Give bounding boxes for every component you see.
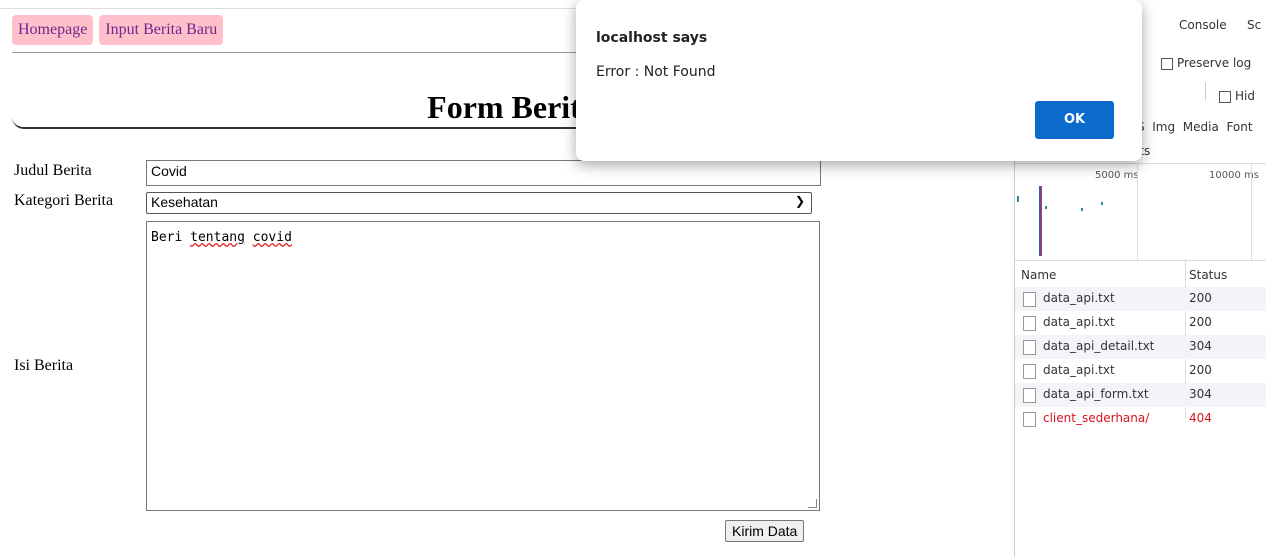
ok-button[interactable]: OK <box>1035 101 1114 139</box>
chevron-down-icon: ❯ <box>794 194 805 208</box>
request-status: 200 <box>1189 291 1212 305</box>
preserve-log-option[interactable]: Preserve log <box>1161 56 1251 70</box>
column-status[interactable]: Status <box>1189 268 1227 282</box>
judul-label: Judul Berita <box>14 162 92 179</box>
file-icon <box>1023 316 1036 331</box>
request-name: data_api_detail.txt <box>1043 339 1155 353</box>
column-name[interactable]: Name <box>1021 268 1056 282</box>
filter-img[interactable]: Img <box>1152 120 1175 134</box>
judul-input[interactable]: Covid <box>146 160 821 186</box>
isi-textarea[interactable]: Beri tentang covid <box>146 221 820 511</box>
table-row[interactable]: data_api.txt 200 <box>1015 311 1266 335</box>
alert-dialog: localhost says Error : Not Found OK <box>576 0 1142 161</box>
request-bar <box>1017 196 1019 202</box>
kategori-selected-value: Kesehatan <box>151 194 218 210</box>
request-bar <box>1101 202 1103 205</box>
requests-table-header: Name Status <box>1015 259 1266 288</box>
file-icon <box>1023 340 1036 355</box>
request-name: data_api.txt <box>1043 315 1115 329</box>
file-icon <box>1023 388 1036 403</box>
request-name: data_api.txt <box>1043 363 1115 377</box>
grid-line <box>1137 164 1138 260</box>
request-bar <box>1045 206 1047 209</box>
request-status: 304 <box>1189 339 1212 353</box>
isi-label: Isi Berita <box>14 357 74 374</box>
isi-word: Beri <box>151 230 183 245</box>
request-name: client_sederhana/ <box>1043 411 1150 425</box>
filter-bar: S Img Media Font <box>1137 120 1253 134</box>
file-icon <box>1023 412 1036 427</box>
kirim-data-button[interactable]: Kirim Data <box>725 520 805 542</box>
kategori-select[interactable]: Kesehatan ❯ <box>146 192 812 214</box>
request-name: data_api_form.txt <box>1043 387 1149 401</box>
kategori-label: Kategori Berita <box>14 192 114 209</box>
request-status: 404 <box>1189 411 1212 425</box>
checkbox-icon <box>1219 90 1231 103</box>
alert-message: Error : Not Found <box>596 64 716 80</box>
divider <box>1205 82 1206 100</box>
request-status: 304 <box>1189 387 1212 401</box>
alert-title: localhost says <box>596 30 708 46</box>
table-row[interactable]: data_api_form.txt 304 <box>1015 383 1266 407</box>
file-icon <box>1023 292 1036 307</box>
resize-handle-icon[interactable] <box>808 499 817 508</box>
request-bar <box>1081 208 1083 211</box>
isi-word-misspelled: tentang <box>190 230 245 245</box>
request-status: 200 <box>1189 363 1212 377</box>
request-name: data_api.txt <box>1043 291 1115 305</box>
nav-bar: Homepage Input Berita Baru <box>12 15 224 45</box>
grid-line <box>1251 164 1252 260</box>
hide-label: Hid <box>1235 89 1255 103</box>
isi-word-misspelled: covid <box>252 230 292 245</box>
file-icon <box>1023 364 1036 379</box>
checkbox-icon <box>1161 57 1173 70</box>
nav-input-berita-link[interactable]: Input Berita Baru <box>99 15 224 45</box>
request-status: 200 <box>1189 315 1212 329</box>
table-row[interactable]: client_sederhana/ 404 <box>1015 407 1266 431</box>
nav-homepage-link[interactable]: Homepage <box>12 15 94 45</box>
table-row[interactable]: data_api.txt 200 <box>1015 359 1266 383</box>
filter-font[interactable]: Font <box>1226 120 1252 134</box>
tab-console[interactable]: Console <box>1179 18 1227 32</box>
timeline-tick: 5000 ms <box>1095 170 1139 181</box>
network-timeline: 5000 ms 10000 ms <box>1015 163 1266 261</box>
table-row[interactable]: data_api.txt 200 <box>1015 287 1266 311</box>
table-row[interactable]: data_api_detail.txt 304 <box>1015 335 1266 359</box>
filter-media[interactable]: Media <box>1183 120 1219 134</box>
preserve-log-label: Preserve log <box>1177 56 1252 70</box>
tab-sources[interactable]: Sc <box>1247 18 1261 32</box>
load-marker <box>1041 186 1042 256</box>
hide-option[interactable]: Hid <box>1219 89 1255 103</box>
